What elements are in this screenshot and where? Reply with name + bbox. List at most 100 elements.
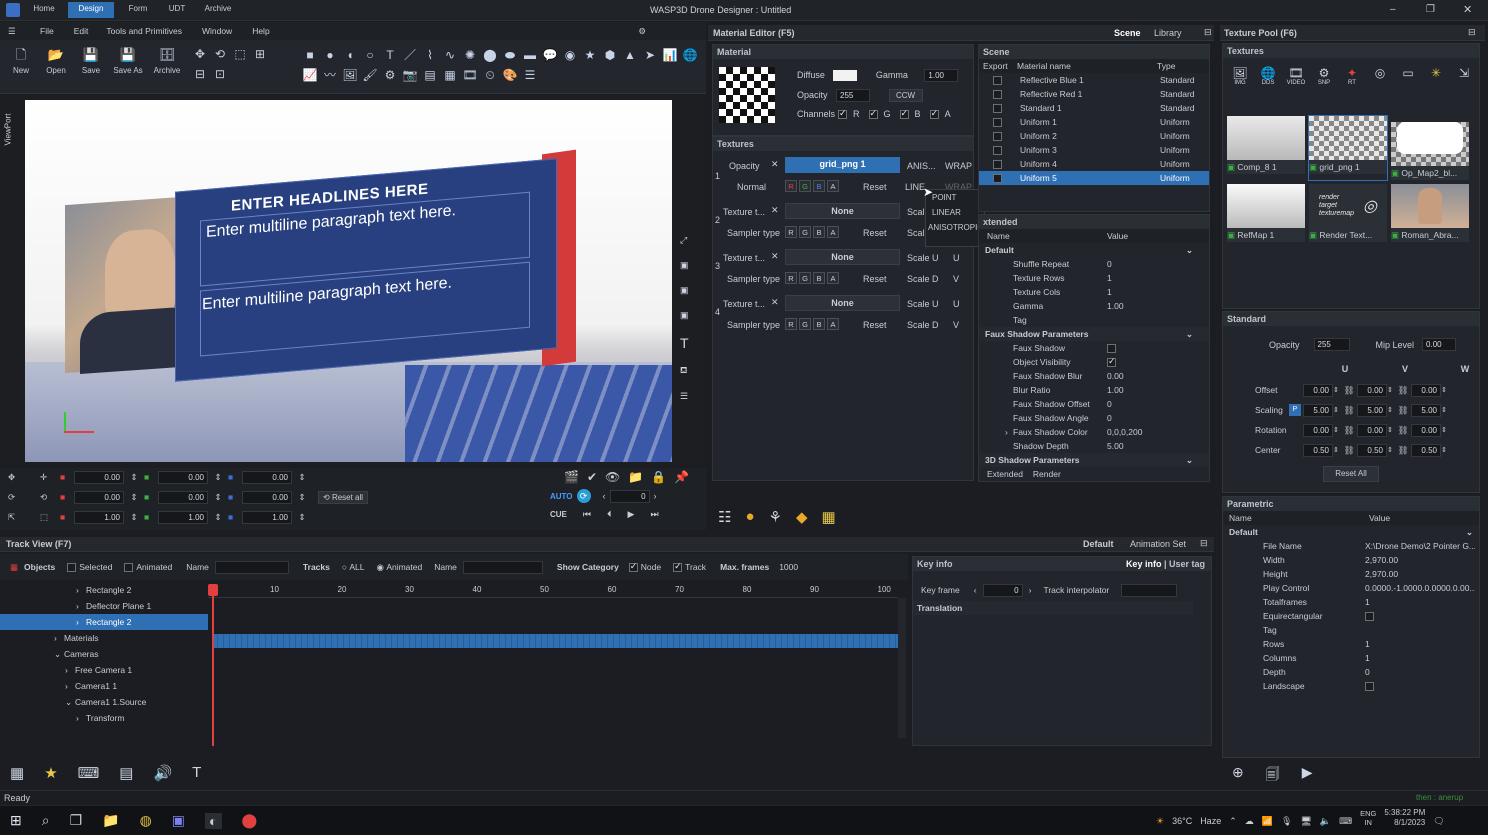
uv-field[interactable]: 5.00 bbox=[1357, 403, 1387, 417]
parametric-prop-row[interactable]: Columns 1 bbox=[1223, 651, 1479, 665]
uv-field[interactable]: 5.00 bbox=[1303, 403, 1333, 417]
check-icon[interactable]: ✔ bbox=[587, 470, 597, 484]
save-as-button[interactable]: 💾 Save As bbox=[113, 44, 143, 75]
skip-start-icon[interactable]: ⏮ bbox=[583, 509, 591, 520]
save-button[interactable]: 💾 Save bbox=[78, 44, 104, 75]
std-opacity-field[interactable]: 255 bbox=[1313, 338, 1350, 351]
faux-shadow-prop-row[interactable]: › Faux Shadow Color 0,0,0,200 bbox=[979, 425, 1209, 439]
reset-all-button[interactable]: ⟲ Reset all bbox=[318, 490, 369, 504]
animation-set-tab[interactable]: Animation Set bbox=[1130, 539, 1186, 549]
settings-icon[interactable]: ⚙ bbox=[638, 26, 646, 37]
parametric-prop-row[interactable]: Rows 1 bbox=[1223, 637, 1479, 651]
path-icon[interactable]: ⌇ bbox=[421, 46, 439, 64]
parametric-prop-row[interactable]: Totalframes 1 bbox=[1223, 595, 1479, 609]
link-icon[interactable]: ⛓ bbox=[1341, 445, 1357, 456]
dds-import-icon[interactable]: 🌐 DDS bbox=[1257, 66, 1279, 86]
uv-field[interactable]: 0.00 bbox=[1303, 383, 1333, 397]
tab-design[interactable]: Design bbox=[68, 2, 114, 18]
texture-2-name[interactable]: None bbox=[785, 203, 900, 219]
open-button[interactable]: 📂 Open bbox=[43, 44, 69, 75]
menu-help[interactable]: Help bbox=[252, 26, 269, 36]
texture-thumb-comp[interactable]: ▣ Comp_8 1 bbox=[1227, 116, 1305, 180]
parametric-prop-row[interactable]: Width 2,970.00 bbox=[1223, 553, 1479, 567]
windows-start-icon[interactable]: ⊞ bbox=[10, 812, 22, 829]
text-tool-icon[interactable]: T bbox=[381, 46, 399, 64]
tab-home[interactable]: Home bbox=[26, 2, 62, 18]
scene-material-row[interactable]: Reflective Blue 1 Standard bbox=[979, 73, 1209, 87]
rot-z[interactable]: 0.00 bbox=[242, 490, 292, 504]
export-texture-icon[interactable]: ⇲ bbox=[1453, 66, 1475, 86]
viewport-canvas[interactable]: ENTER HEADLINES HERE Enter multiline par… bbox=[25, 100, 672, 462]
wave-icon[interactable]: 〰 bbox=[321, 66, 339, 84]
translation-section[interactable]: Translation bbox=[917, 603, 962, 613]
uv-field[interactable]: 0.50 bbox=[1357, 443, 1387, 457]
cue-button[interactable]: CUE bbox=[550, 510, 567, 519]
texture-3-name[interactable]: None bbox=[785, 249, 900, 265]
scale-z[interactable]: 1.00 bbox=[242, 510, 292, 524]
uv-field[interactable]: 0.00 bbox=[1411, 383, 1441, 397]
audio-icon[interactable]: 🔊 bbox=[153, 764, 172, 782]
diffuse-color-swatch[interactable] bbox=[833, 70, 858, 82]
hierarchy-icon[interactable]: ⚘ bbox=[769, 508, 782, 530]
top-view-icon[interactable]: ▣ bbox=[680, 285, 704, 296]
menu-file[interactable]: File bbox=[40, 26, 54, 36]
playhead[interactable] bbox=[208, 584, 218, 596]
scene-material-row[interactable]: Uniform 4 Uniform bbox=[979, 157, 1209, 171]
reset-texture-1-button[interactable]: Reset bbox=[863, 182, 887, 192]
clapper-icon[interactable]: 🎬 bbox=[564, 470, 579, 484]
minimize-button[interactable]: – bbox=[1390, 4, 1396, 15]
ticker-icon[interactable]: ▤ bbox=[421, 66, 439, 84]
link-icon[interactable]: ⛓ bbox=[1395, 405, 1411, 416]
3d-shadow-section[interactable]: 3D Shadow Parameters bbox=[985, 455, 1079, 465]
scene-material-row[interactable]: Uniform 5 Uniform bbox=[979, 171, 1209, 185]
texture-thumb-render-text[interactable]: render target texturemap ◎ ▣ Render Text.… bbox=[1309, 184, 1387, 242]
wifi-icon[interactable]: 📶 bbox=[1262, 816, 1273, 827]
clock-time[interactable]: 5:38:22 PM bbox=[1384, 808, 1425, 818]
link-icon[interactable]: ⛓ bbox=[1395, 385, 1411, 396]
default-animset[interactable]: Default bbox=[1083, 539, 1114, 549]
play-icon[interactable]: ▶ bbox=[628, 509, 635, 520]
node-checkbox[interactable] bbox=[628, 561, 638, 572]
channel-r-checkbox[interactable] bbox=[838, 108, 848, 119]
scale-icon[interactable]: ⬚ bbox=[231, 45, 249, 63]
link-icon[interactable]: ⛓ bbox=[1395, 445, 1411, 456]
parametric-prop-row[interactable]: Depth 0 bbox=[1223, 665, 1479, 679]
table-view-icon[interactable]: ▤ bbox=[119, 764, 133, 782]
export-checkbox[interactable] bbox=[993, 117, 1002, 127]
layers-icon[interactable]: ☰ bbox=[521, 66, 539, 84]
pin-icon[interactable]: 📌 bbox=[674, 470, 689, 484]
texture-thumb-grid[interactable]: ▣ grid_png 1 bbox=[1308, 115, 1388, 181]
lang-1[interactable]: ENG bbox=[1360, 809, 1376, 818]
rot-y[interactable]: 0.00 bbox=[158, 490, 208, 504]
parametric-prop-row[interactable]: Height 2,970.00 bbox=[1223, 567, 1479, 581]
track-tree-item[interactable]: ⌄ Camera1 1.Source bbox=[0, 694, 208, 710]
texture-list-icon[interactable]: 🗐 bbox=[1266, 764, 1280, 788]
next-key-button[interactable]: › bbox=[654, 491, 657, 501]
object-name-filter[interactable] bbox=[214, 560, 289, 574]
link-icon[interactable]: ⛓ bbox=[1341, 385, 1357, 396]
param-checkbox[interactable] bbox=[1365, 681, 1374, 691]
cylinder-icon[interactable]: ◖ bbox=[341, 46, 359, 64]
pos-y[interactable]: 0.00 bbox=[158, 470, 208, 484]
scene-material-row[interactable]: Uniform 3 Uniform bbox=[979, 143, 1209, 157]
faux-shadow-prop-row[interactable]: Faux Shadow Blur 0.00 bbox=[979, 369, 1209, 383]
faux-shadow-prop-row[interactable]: Faux Shadow Offset 0 bbox=[979, 397, 1209, 411]
track-tree-item[interactable]: › Deflector Plane 1 bbox=[0, 598, 208, 614]
lang-2[interactable]: IN bbox=[1360, 818, 1376, 827]
camera-icon[interactable]: 📷 bbox=[401, 66, 419, 84]
key-frame-field[interactable]: 0 bbox=[982, 583, 1023, 597]
task-view-icon[interactable]: ❐ bbox=[70, 812, 83, 829]
current-frame-field[interactable]: 0 bbox=[609, 489, 650, 503]
list-icon[interactable]: ☷ bbox=[718, 508, 731, 530]
scene-material-row[interactable]: Reflective Red 1 Standard bbox=[979, 87, 1209, 101]
paint-bucket-icon[interactable]: ⛾ bbox=[680, 365, 704, 377]
new-button[interactable]: 🗋 New bbox=[8, 44, 34, 75]
tab-render[interactable]: Render bbox=[1033, 469, 1061, 479]
scale-x[interactable]: 1.00 bbox=[74, 510, 124, 524]
light-icon[interactable]: ✺ bbox=[461, 46, 479, 64]
track-checkbox[interactable] bbox=[673, 561, 683, 572]
auto-key-toggle[interactable]: AUTO bbox=[550, 492, 573, 501]
ccw-button[interactable]: CCW bbox=[888, 89, 923, 102]
video-import-icon[interactable]: 🎞 VIDEO bbox=[1285, 66, 1307, 86]
pos-z[interactable]: 0.00 bbox=[242, 470, 292, 484]
